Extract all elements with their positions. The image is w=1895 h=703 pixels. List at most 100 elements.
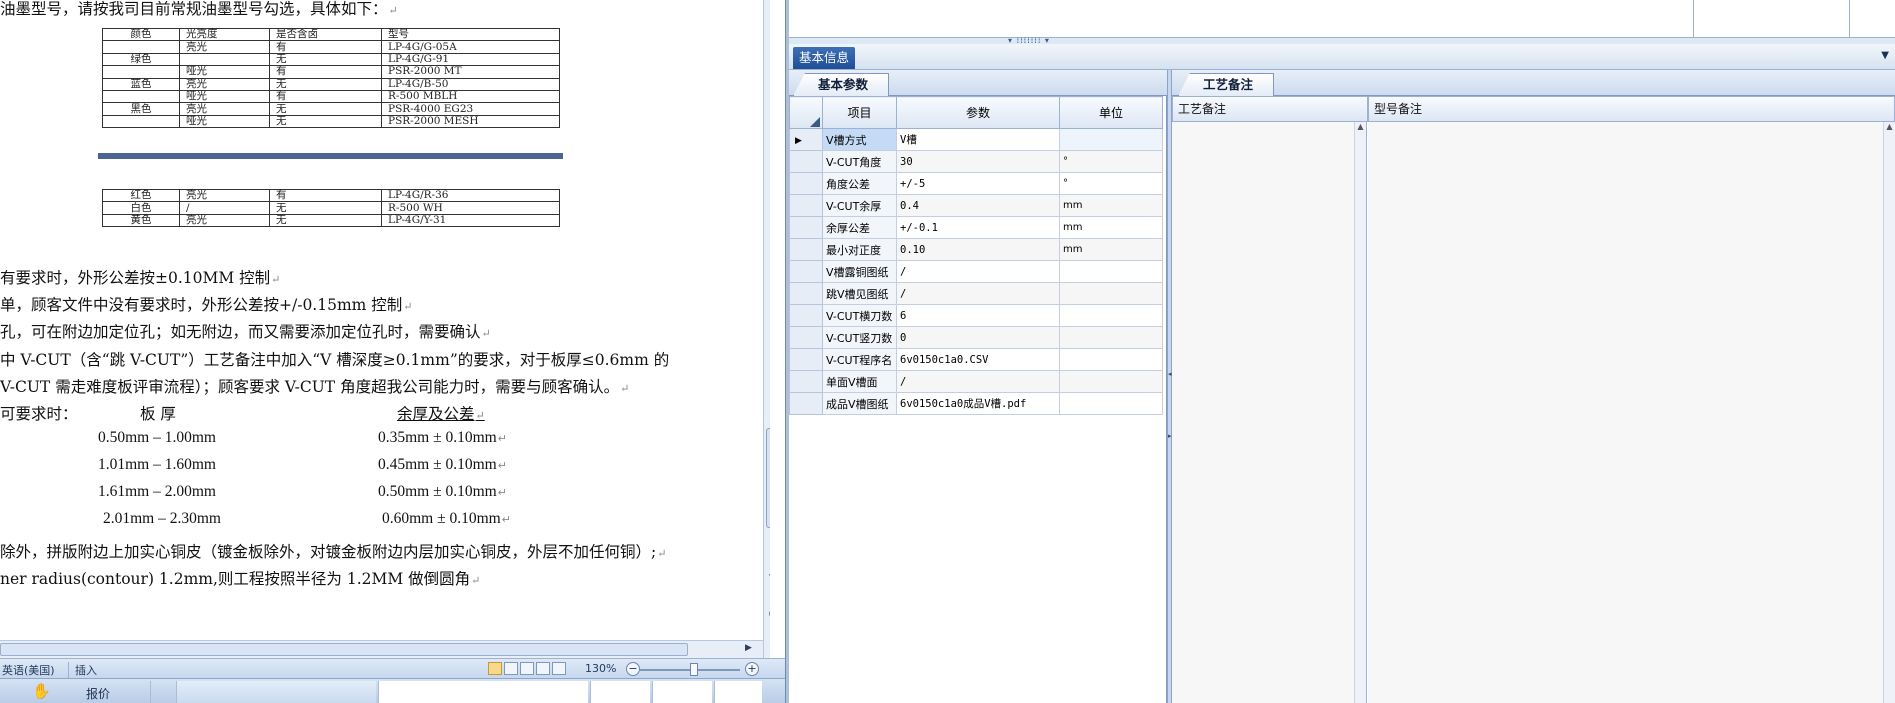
grid-header-item[interactable]: 项目	[822, 96, 897, 129]
param-unit[interactable]	[1059, 392, 1163, 415]
param-value[interactable]: +/-0.1	[896, 216, 1060, 239]
param-value[interactable]: +/-5	[896, 172, 1060, 195]
row-indicator[interactable]	[789, 326, 823, 349]
param-value[interactable]: /	[896, 282, 1060, 305]
outline-view-icon[interactable]	[536, 662, 550, 675]
quote-app-icon: ✋	[32, 682, 51, 700]
param-unit[interactable]: °	[1059, 172, 1163, 195]
param-item: V-CUT横刀数	[822, 304, 897, 327]
param-unit[interactable]: mm	[1059, 216, 1163, 239]
param-unit[interactable]	[1059, 348, 1163, 371]
row-indicator[interactable]	[789, 348, 823, 371]
param-row[interactable]: V-CUT竖刀数 0	[789, 326, 1163, 349]
zoom-in-button[interactable]: +	[745, 662, 759, 676]
doc-line-2: 单，顾客文件中没有要求时，外形公差按+/-0.15mm 控制↵	[0, 296, 413, 314]
status-language[interactable]: 英语(美国)	[2, 662, 55, 678]
param-value[interactable]: /	[896, 260, 1060, 283]
process-remarks-scrollbar[interactable]: ▲	[1354, 122, 1366, 703]
param-value[interactable]: 0.10	[896, 238, 1060, 261]
taskbar-seg-2[interactable]	[176, 681, 376, 703]
zoom-level[interactable]: 130%	[585, 662, 616, 675]
full-screen-reading-icon[interactable]	[504, 662, 518, 675]
param-row[interactable]: V-CUT横刀数 6	[789, 304, 1163, 327]
param-value[interactable]: V槽	[896, 128, 1060, 151]
prev-page-icon[interactable]: ⇞	[764, 590, 770, 606]
param-row[interactable]: 单面V槽面 /	[789, 370, 1163, 393]
param-row[interactable]: 最小对正度 0.10 mm	[789, 238, 1163, 261]
param-unit[interactable]	[1059, 370, 1163, 393]
doc-line-5: V-CUT 需走难度板评审流程）；顾客要求 V-CUT 角度超我公司能力时，需要…	[0, 378, 630, 396]
param-value[interactable]: /	[896, 370, 1060, 393]
next-page-icon[interactable]: ⇟	[764, 622, 770, 638]
grid-corner[interactable]	[789, 96, 823, 129]
grid-header-param[interactable]: 参数	[896, 96, 1060, 129]
param-unit[interactable]	[1059, 128, 1163, 151]
doc-horizontal-scrollbar[interactable]: ▶	[0, 640, 763, 658]
param-value[interactable]: 6v0150c1a0.CSV	[896, 348, 1060, 371]
param-unit[interactable]	[1059, 282, 1163, 305]
param-row[interactable]: V槽露铜图纸 /	[789, 260, 1163, 283]
draft-view-icon[interactable]	[552, 662, 566, 675]
zoom-out-button[interactable]: −	[626, 662, 640, 676]
zoom-slider-thumb[interactable]	[690, 663, 698, 676]
scroll-up-icon[interactable]: ▲	[1355, 122, 1366, 131]
taskbar-seg-1[interactable]	[150, 681, 176, 703]
status-insert-mode[interactable]: 插入	[68, 662, 97, 678]
tab-basic-params[interactable]: 基本参数	[793, 73, 890, 96]
row-indicator[interactable]	[789, 194, 823, 217]
thickness-residual-text: 0.60mm ± 0.10mm	[382, 510, 501, 527]
doc-horizontal-scroll-thumb[interactable]	[0, 643, 688, 656]
row-indicator[interactable]	[789, 260, 823, 283]
param-value[interactable]: 6v0150c1a0成品V槽.pdf	[896, 392, 1060, 415]
param-unit[interactable]	[1059, 260, 1163, 283]
param-unit[interactable]: mm	[1059, 194, 1163, 217]
tab-process-remarks[interactable]: 工艺备注	[1178, 73, 1275, 96]
grid-header-unit[interactable]: 单位	[1059, 96, 1163, 129]
param-row[interactable]: 成品V槽图纸 6v0150c1a0成品V槽.pdf	[789, 392, 1163, 415]
collapse-icon[interactable]: ▼	[1881, 50, 1889, 61]
param-row[interactable]: ▶ V槽方式 V槽	[789, 128, 1163, 151]
browse-object-icon[interactable]: ○	[764, 606, 770, 622]
taskbar-seg-5[interactable]	[652, 681, 712, 703]
row-indicator[interactable]	[789, 238, 823, 261]
print-layout-view-icon[interactable]	[488, 662, 502, 675]
row-indicator[interactable]	[789, 304, 823, 327]
basic-info-tab[interactable]: 基本信息	[793, 47, 856, 69]
param-value[interactable]: 0.4	[896, 194, 1060, 217]
param-row[interactable]: 余厚公差 +/-0.1 mm	[789, 216, 1163, 239]
taskbar-quote-item[interactable]: ✋ 报价	[30, 682, 150, 703]
model-remarks-scrollbar[interactable]: ▲	[1883, 122, 1895, 703]
taskbar-seg-4[interactable]	[590, 681, 650, 703]
params-grid[interactable]: 项目 参数 单位 ▶ V槽方式 V槽 V-CUT角度 30 ° 角度公差 +/-5 ° V-CUT…	[789, 96, 1163, 415]
param-row[interactable]: V-CUT余厚 0.4 mm	[789, 194, 1163, 217]
web-layout-icon[interactable]	[520, 662, 534, 675]
param-value[interactable]: 6	[896, 304, 1060, 327]
row-indicator[interactable]	[789, 150, 823, 173]
param-unit[interactable]: mm	[1059, 238, 1163, 261]
row-indicator[interactable]	[789, 282, 823, 305]
doc-vertical-scrollbar[interactable]: ▼ ⇞ ○ ⇟	[763, 0, 770, 658]
row-indicator[interactable]: ▶	[789, 128, 823, 151]
row-indicator[interactable]	[789, 392, 823, 415]
row-indicator[interactable]	[789, 370, 823, 393]
scroll-down-icon[interactable]: ▼	[764, 570, 770, 586]
document-pane[interactable]: 油墨型号，请按我司目前常规油墨型号勾选，具体如下：↵ 颜色 光亮度 是否含卤 型号 亮光…	[0, 0, 770, 658]
taskbar-seg-6[interactable]	[714, 681, 762, 703]
param-row[interactable]: 角度公差 +/-5 °	[789, 172, 1163, 195]
param-unit[interactable]	[1059, 304, 1163, 327]
row-indicator[interactable]	[789, 216, 823, 239]
row-indicator[interactable]	[789, 172, 823, 195]
param-value[interactable]: 30	[896, 150, 1060, 173]
taskbar-seg-3[interactable]	[378, 681, 588, 703]
model-remarks-field[interactable]: ▲	[1368, 122, 1895, 703]
process-remarks-field[interactable]: ▲	[1172, 122, 1367, 703]
scroll-up-icon[interactable]: ▲	[1884, 122, 1895, 131]
param-unit[interactable]	[1059, 326, 1163, 349]
doc-vertical-scroll-thumb[interactable]	[766, 428, 770, 528]
scroll-right-icon[interactable]: ▶	[745, 643, 752, 653]
param-unit[interactable]: °	[1059, 150, 1163, 173]
param-row[interactable]: V-CUT程序名 6v0150c1a0.CSV	[789, 348, 1163, 371]
param-row[interactable]: 跳V槽见图纸 /	[789, 282, 1163, 305]
param-value[interactable]: 0	[896, 326, 1060, 349]
param-row[interactable]: V-CUT角度 30 °	[789, 150, 1163, 173]
